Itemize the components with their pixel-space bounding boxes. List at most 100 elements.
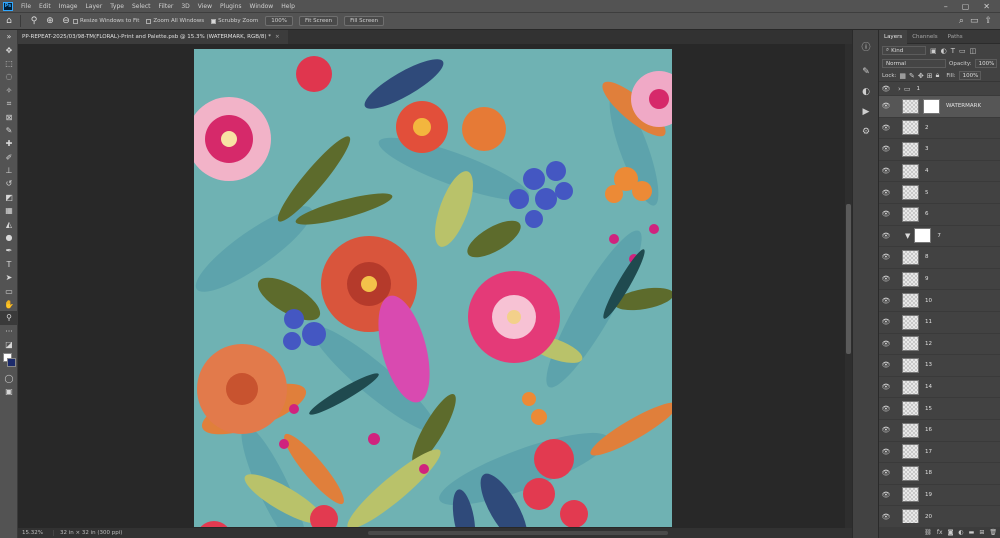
layer-name[interactable]: 6 bbox=[925, 211, 929, 217]
lock-image-icon[interactable]: ✎ bbox=[909, 72, 915, 80]
collapse-toolbar-icon[interactable]: » bbox=[0, 30, 18, 43]
tab-paths[interactable]: Paths bbox=[943, 30, 968, 44]
eyedropper-tool-icon[interactable]: ✎ bbox=[0, 124, 18, 137]
layer-mask-thumbnail[interactable] bbox=[923, 98, 940, 114]
menu-3d[interactable]: 3D bbox=[177, 3, 193, 10]
stamp-tool-icon[interactable]: ⊥ bbox=[0, 164, 18, 177]
layer-row[interactable]: 👁︎ 9 bbox=[879, 269, 1000, 291]
layer-row[interactable]: 👁︎ 12 bbox=[879, 334, 1000, 356]
new-adjustment-icon[interactable]: ◐ bbox=[958, 529, 963, 536]
visibility-eye-icon[interactable]: 👁︎ bbox=[879, 167, 893, 175]
properties-icon[interactable]: ⚙ bbox=[853, 122, 879, 142]
move-tool-icon[interactable]: ✥ bbox=[0, 43, 18, 56]
photoshop-logo[interactable]: Ps bbox=[3, 1, 13, 11]
horizontal-scrollbar[interactable] bbox=[368, 531, 668, 535]
magic-wand-tool-icon[interactable]: ✧ bbox=[0, 84, 18, 97]
document-tab[interactable]: PP-REPEAT-2025/03/98-TM(FLORAL)-Print an… bbox=[18, 30, 288, 44]
smart-object-filter-icon[interactable]: ◫ bbox=[970, 47, 977, 55]
layer-thumbnail[interactable] bbox=[902, 206, 919, 222]
document-info[interactable]: 32 in × 32 in (300 ppi) bbox=[54, 530, 122, 536]
layer-thumbnail[interactable] bbox=[902, 444, 919, 460]
layer-thumbnail[interactable] bbox=[902, 487, 919, 503]
blend-mode-dropdown[interactable]: Normal bbox=[882, 59, 946, 68]
visibility-eye-icon[interactable]: 👁︎ bbox=[879, 124, 893, 132]
layer-style-icon[interactable]: fx bbox=[937, 529, 943, 536]
document-canvas[interactable] bbox=[194, 49, 672, 527]
layer-row[interactable]: 👁︎ 20 bbox=[879, 506, 1000, 523]
visibility-eye-icon[interactable]: 👁︎ bbox=[879, 448, 893, 456]
visibility-eye-icon[interactable]: 👁︎ bbox=[879, 145, 893, 153]
layer-name[interactable]: 2 bbox=[925, 125, 929, 131]
menu-image[interactable]: Image bbox=[55, 3, 82, 10]
layer-name[interactable]: WATERMARK bbox=[946, 103, 981, 109]
type-tool-icon[interactable]: T bbox=[0, 258, 18, 271]
lock-position-icon[interactable]: ✥ bbox=[918, 72, 924, 80]
layer-name[interactable]: 11 bbox=[925, 319, 932, 325]
opacity-input[interactable]: 100% bbox=[974, 59, 997, 68]
visibility-eye-icon[interactable]: 👁︎ bbox=[879, 383, 893, 391]
visibility-eye-icon[interactable]: 👁︎ bbox=[879, 318, 893, 326]
menu-select[interactable]: Select bbox=[128, 3, 155, 10]
layer-row[interactable]: 👁︎ 14 bbox=[879, 377, 1000, 399]
layer-name[interactable]: 13 bbox=[925, 362, 932, 368]
frame-tool-icon[interactable]: ⊠ bbox=[0, 110, 18, 123]
add-mask-icon[interactable]: ◙ bbox=[948, 529, 954, 536]
visibility-eye-icon[interactable]: 👁︎ bbox=[879, 469, 893, 477]
brush-tool-icon[interactable]: ✐ bbox=[0, 151, 18, 164]
quick-mask-icon[interactable]: ◯ bbox=[0, 371, 18, 384]
background-color-swatch[interactable] bbox=[7, 358, 16, 368]
layer-thumbnail[interactable] bbox=[902, 249, 919, 265]
close-document-icon[interactable]: × bbox=[275, 34, 280, 40]
menu-edit[interactable]: Edit bbox=[35, 3, 55, 10]
visibility-eye-icon[interactable]: 👁︎ bbox=[879, 405, 893, 413]
zoom-all-windows-checkbox[interactable]: Zoom All Windows bbox=[146, 18, 204, 24]
visibility-eye-icon[interactable]: 👁︎ bbox=[879, 513, 893, 521]
layer-thumbnail[interactable] bbox=[902, 357, 919, 373]
visibility-eye-icon[interactable]: 👁︎ bbox=[879, 210, 893, 218]
crop-tool-icon[interactable]: ⌗ bbox=[0, 97, 18, 110]
menu-plugins[interactable]: Plugins bbox=[216, 3, 246, 10]
home-icon[interactable]: ⌂ bbox=[2, 15, 16, 28]
zoom-100-button[interactable]: 100% bbox=[265, 16, 293, 26]
layer-name[interactable]: 12 bbox=[925, 341, 932, 347]
layer-name[interactable]: 4 bbox=[925, 168, 929, 174]
layer-thumbnail[interactable] bbox=[902, 120, 919, 136]
shape-filter-icon[interactable]: ▭ bbox=[959, 47, 966, 55]
new-layer-icon[interactable]: ⊞ bbox=[979, 529, 984, 536]
screen-mode-icon[interactable]: ▣ bbox=[0, 385, 18, 398]
layer-thumbnail[interactable] bbox=[902, 141, 919, 157]
tab-channels[interactable]: Channels bbox=[907, 30, 942, 44]
tab-layers[interactable]: Layers bbox=[879, 29, 908, 44]
layer-name[interactable]: 18 bbox=[925, 470, 932, 476]
healing-brush-tool-icon[interactable]: ✚ bbox=[0, 137, 18, 150]
canvas-area[interactable] bbox=[18, 44, 845, 528]
layer-row[interactable]: 👁︎ › ▭ 1 bbox=[879, 83, 1000, 96]
zoom-tool-icon[interactable]: ⚲ bbox=[0, 311, 18, 325]
layer-name[interactable]: 20 bbox=[925, 514, 932, 520]
layer-name[interactable]: 1 bbox=[916, 86, 920, 92]
layer-name[interactable]: 8 bbox=[925, 254, 929, 260]
layer-name[interactable]: 3 bbox=[925, 146, 929, 152]
more-tools-icon[interactable]: ··· bbox=[0, 325, 18, 338]
resize-windows-checkbox[interactable]: Resize Windows to Fit bbox=[73, 18, 139, 24]
visibility-eye-icon[interactable]: 👁︎ bbox=[879, 232, 893, 240]
layer-thumbnail[interactable] bbox=[902, 314, 919, 330]
layer-thumbnail[interactable] bbox=[902, 336, 919, 352]
layer-thumbnail[interactable] bbox=[902, 509, 919, 523]
link-layers-icon[interactable]: ⛓ bbox=[924, 529, 932, 536]
visibility-eye-icon[interactable]: 👁︎ bbox=[879, 253, 893, 261]
lock-transparent-icon[interactable]: ▦ bbox=[899, 72, 906, 80]
adjustment-filter-icon[interactable]: ◐ bbox=[941, 47, 947, 55]
maximize-button[interactable]: ▢ bbox=[962, 2, 970, 11]
menu-file[interactable]: File bbox=[17, 3, 35, 10]
lock-artboard-icon[interactable]: ⊞ bbox=[927, 72, 933, 80]
info-panel-icon[interactable]: ⓘ bbox=[853, 36, 879, 56]
layer-name[interactable]: 16 bbox=[925, 427, 932, 433]
color-swatches[interactable] bbox=[0, 351, 18, 371]
share-icon[interactable]: ⇪ bbox=[984, 16, 992, 26]
lock-all-icon[interactable]: 🔒︎ bbox=[936, 71, 940, 80]
visibility-eye-icon[interactable]: 👁︎ bbox=[879, 297, 893, 305]
default-colors-icon[interactable]: ◪ bbox=[0, 338, 18, 351]
vertical-scrollbar[interactable] bbox=[845, 44, 852, 528]
history-brush-tool-icon[interactable]: ↺ bbox=[0, 177, 18, 190]
